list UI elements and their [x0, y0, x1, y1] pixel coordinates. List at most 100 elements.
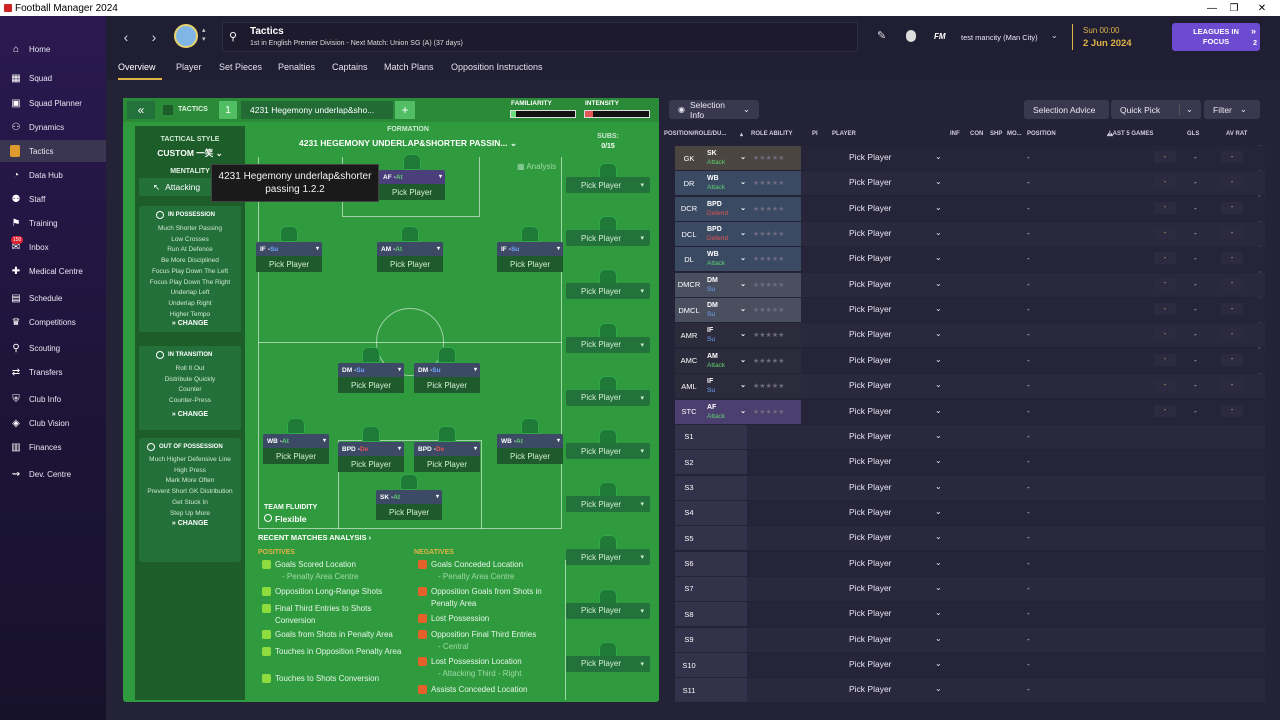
pick-player-select[interactable]: Pick Player ⌄ [849, 406, 942, 416]
tab-overview[interactable]: Overview [118, 62, 156, 72]
pick-player-select[interactable]: Pick Player ⌄ [849, 380, 942, 390]
sidebar-item-transfers[interactable]: ⇄ Transfers [0, 361, 106, 383]
sidebar-item-dynamics[interactable]: ⚇ Dynamics [0, 116, 106, 138]
pick-player-select[interactable]: Pick Player ⌄ [849, 608, 942, 618]
role-select[interactable]: IF - Su ▾ [497, 242, 563, 256]
game-date[interactable]: 2 Jun 2024 [1083, 38, 1132, 49]
pick-player-select[interactable]: Pick Player ⌄ [849, 659, 942, 669]
role-select[interactable]: AF - At ▾ [379, 170, 445, 184]
sidebar-item-medical-centre[interactable]: ✚ Medical Centre [0, 260, 106, 282]
selection-info-button[interactable]: ◉ Selection Info ⌄ [669, 100, 759, 120]
formation-select[interactable]: 4231 HEGEMONY UNDERLAP&SHORTER PASSIN...… [263, 138, 553, 149]
pick-player-button[interactable]: Pick Player [497, 256, 563, 272]
role-select[interactable]: SK - At ▾ [376, 490, 442, 504]
pick-player-select[interactable]: Pick Player ⌄ [849, 253, 942, 263]
selection-row[interactable]: DMCL DM Su ⌄ ★★★★★ Pick Player ⌄ - - - - [675, 298, 1265, 323]
sidebar-item-squad[interactable]: ▦ Squad [0, 67, 106, 89]
selection-row[interactable]: S3 Pick Player ⌄ - [675, 475, 1265, 500]
pitch-position-slot[interactable]: AF - At ▾ Pick Player [379, 170, 445, 202]
selection-row[interactable]: DCL BPD Defend ⌄ ★★★★★ Pick Player ⌄ - - - - [675, 222, 1265, 247]
column-header[interactable]: LAST 5 GAMES [1109, 131, 1153, 137]
club-crest-icon[interactable] [174, 24, 198, 48]
selection-row[interactable]: AMR IF Su ⌄ ★★★★★ Pick Player ⌄ - - - - [675, 323, 1265, 348]
role-select[interactable]: BPD Defend ⌄ [703, 222, 749, 247]
role-select[interactable]: IF - Su ▾ [256, 242, 322, 256]
selection-row[interactable]: S4 Pick Player ⌄ - [675, 500, 1265, 525]
sub-slot[interactable]: Pick Player ▾ [566, 549, 650, 566]
selection-row[interactable]: S2 Pick Player ⌄ - [675, 450, 1265, 475]
quick-pick-button[interactable]: Quick Pick ⌄ [1111, 100, 1201, 119]
pick-player-select[interactable]: Pick Player ⌄ [849, 228, 942, 238]
column-header[interactable]: POSITION/ROLE/DU... [664, 131, 726, 137]
pick-player-select[interactable]: Pick Player ⌄ [849, 304, 942, 314]
pick-player-button[interactable]: Pick Player [338, 456, 404, 472]
role-select[interactable]: IF Su ⌄ [703, 323, 749, 348]
minimize-button[interactable]: — [1200, 0, 1224, 16]
role-select[interactable]: SK Attack ⌄ [703, 146, 749, 170]
sidebar-item-dev-centre[interactable]: ⇝ Dev. Centre [0, 463, 106, 485]
column-header[interactable]: MO... [1007, 131, 1022, 137]
column-header[interactable]: CON [970, 131, 983, 137]
pick-player-button[interactable]: Pick Player [338, 377, 404, 393]
sidebar-item-home[interactable]: ⌂ Home [0, 38, 106, 60]
selection-row[interactable]: DL WB Attack ⌄ ★★★★★ Pick Player ⌄ - - - - [675, 247, 1265, 272]
sidebar-item-squad-planner[interactable]: ▣ Squad Planner [0, 92, 106, 114]
pick-player-button[interactable]: Pick Player [497, 448, 563, 464]
sub-slot[interactable]: Pick Player ▾ [566, 655, 650, 672]
club-switch-icon[interactable]: ▴ ▾ [202, 26, 206, 44]
edit-icon[interactable]: ✎ [877, 29, 886, 42]
column-header[interactable]: POSITION [1027, 131, 1056, 137]
tab-player[interactable]: Player [176, 62, 202, 72]
column-header[interactable]: INF [950, 131, 960, 137]
sidebar-item-tactics[interactable]: Tactics [0, 140, 106, 162]
sidebar-item-schedule[interactable]: ▤ Schedule [0, 287, 106, 309]
sidebar-item-scouting[interactable]: ⚲ Scouting [0, 337, 106, 359]
role-select[interactable]: WB - At ▾ [497, 434, 563, 448]
pick-player-button[interactable]: Pick Player [414, 377, 480, 393]
column-header[interactable]: SHP [990, 131, 1002, 137]
search-icon[interactable]: ⚲ [229, 30, 237, 43]
pick-player-select[interactable]: Pick Player ⌄ [849, 329, 942, 339]
sidebar-item-club-info[interactable]: ⛨ Club Info [0, 388, 106, 410]
selection-row[interactable]: DMCR DM Su ⌄ ★★★★★ Pick Player ⌄ - - - - [675, 272, 1265, 297]
selection-row[interactable]: GK SK Attack ⌄ ★★★★★ Pick Player ⌄ - - - - [675, 146, 1265, 170]
pick-player-button[interactable]: Pick Player [256, 256, 322, 272]
recent-matches-link[interactable]: RECENT MATCHES ANALYSIS › [258, 533, 371, 542]
selection-row[interactable]: S5 Pick Player ⌄ - [675, 526, 1265, 551]
role-select[interactable]: DM - Su ▾ [338, 363, 404, 377]
selection-row[interactable]: S7 Pick Player ⌄ - [675, 576, 1265, 601]
pitch-position-slot[interactable]: IF - Su ▾ Pick Player [497, 242, 563, 274]
pick-player-select[interactable]: Pick Player ⌄ [849, 279, 942, 289]
selection-row[interactable]: AMC AM Attack ⌄ ★★★★★ Pick Player ⌄ - - - - [675, 348, 1265, 373]
tactic-slot-number[interactable]: 1 [219, 101, 237, 119]
tactical-style-select[interactable]: CUSTOM 一笑 ⌄ [135, 147, 245, 159]
filter-button[interactable]: Filter ⌄ [1204, 100, 1260, 119]
selection-advice-button[interactable]: Selection Advice [1024, 100, 1109, 119]
pitch-position-slot[interactable]: WB - At ▾ Pick Player [497, 434, 563, 466]
chevron-down-icon[interactable]: ⌄ [1051, 31, 1058, 40]
selection-row[interactable]: S9 Pick Player ⌄ - [675, 627, 1265, 652]
pick-player-button[interactable]: Pick Player [379, 184, 445, 200]
pick-player-button[interactable]: Pick Player [376, 504, 442, 520]
role-select[interactable]: DM Su ⌄ [703, 272, 749, 297]
column-header[interactable]: AV RAT [1226, 131, 1247, 137]
sub-slot[interactable]: Pick Player ▾ [566, 496, 650, 513]
sidebar-item-finances[interactable]: ▥ Finances [0, 436, 106, 458]
close-button[interactable]: ✕ [1250, 0, 1274, 16]
column-header[interactable]: PLAYER [832, 131, 856, 137]
sidebar-item-inbox[interactable]: ✉ 150 Inbox [0, 236, 106, 258]
forward-button[interactable]: › [144, 26, 164, 48]
role-select[interactable]: WB Attack ⌄ [703, 247, 749, 272]
sidebar-item-training[interactable]: ⚑ Training [0, 212, 106, 234]
pick-player-select[interactable]: Pick Player ⌄ [849, 177, 942, 187]
sidebar-item-staff[interactable]: ⚉ Staff [0, 188, 106, 210]
selection-row[interactable]: AML IF Su ⌄ ★★★★★ Pick Player ⌄ - - - - [675, 374, 1265, 399]
sub-slot[interactable]: Pick Player ▾ [566, 177, 650, 193]
sidebar-item-data-hub[interactable]: ◔ Data Hub [0, 164, 106, 186]
collapse-button[interactable]: « [127, 101, 155, 119]
pitch-position-slot[interactable]: BPD - De ▾ Pick Player [414, 442, 480, 474]
role-select[interactable]: AM Attack ⌄ [703, 348, 749, 373]
selection-row[interactable]: S1 Pick Player ⌄ - [675, 424, 1265, 449]
role-select[interactable]: AF Attack ⌄ [703, 399, 749, 424]
tab-penalties[interactable]: Penalties [278, 62, 315, 72]
